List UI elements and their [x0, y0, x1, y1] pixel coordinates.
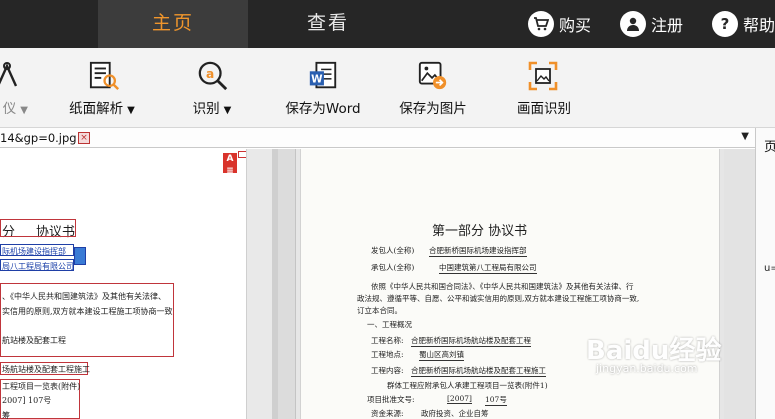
tab-home[interactable]: 主页 — [98, 0, 248, 48]
left-line-6: 2007] 107号 — [2, 396, 52, 405]
side-panel: 页 u= — [755, 128, 775, 419]
paper-parse-button[interactable]: 纸面解析 ▼ — [62, 48, 142, 128]
document-tab[interactable]: 14&gp=0.jpg — [0, 130, 77, 147]
scan-project-content: 合肥新桥国际机场航站楼及配套工程施工 — [411, 366, 546, 377]
recognized-region[interactable] — [0, 259, 74, 271]
ribbon-toolbar: 仪 ▼ 纸面解析 ▼ a 识别 ▼ W 保存为Word 保存为图片 画面识别 — [0, 48, 775, 128]
scan-approval-line: 项目批准文号: — [367, 395, 415, 404]
left-line-7: 筹 — [2, 411, 10, 419]
user-icon — [620, 11, 646, 37]
left-line-4: 场航站楼及配套工程施工 — [2, 365, 90, 374]
recognize-label: 识别 — [192, 101, 220, 117]
save-word-button[interactable]: W 保存为Word — [280, 48, 366, 128]
screen-ocr-button[interactable]: 画面识别 — [512, 48, 576, 128]
paper-parse-label: 纸面解析 — [69, 101, 124, 117]
image-pane[interactable]: 第一部分 协议书 发包人(全称) 合肥新桥国际机场建设指挥部 承包人(全称) 中… — [278, 149, 755, 419]
save-image-icon — [418, 61, 447, 90]
scan-project-location: 蜀山区高刘镇 — [419, 350, 464, 361]
scan-project-name-label: 工程名称: — [371, 336, 404, 345]
vertical-scrollbar[interactable] — [246, 149, 272, 419]
scan-section-1: 一、工程概况 — [367, 320, 412, 329]
scan-para-1: 依照《中华人民共和国合同法》、《中华人民共和国建筑法》及其他有关法律、行 — [371, 282, 634, 291]
side-panel-tab[interactable]: 页 — [764, 136, 775, 155]
register-label: 注册 — [651, 16, 684, 35]
scan-project-content-label: 工程内容: — [371, 366, 404, 375]
screen-ocr-label: 画面识别 — [517, 101, 571, 117]
document-tab-strip: 14&gp=0.jpg × ▼ — [0, 128, 755, 148]
left-line-3: 航站楼及配套工程 — [2, 336, 66, 345]
watermark-url: jingyan.baidu.com — [596, 362, 698, 375]
vertical-scrollbar[interactable] — [724, 149, 755, 419]
help-button[interactable]: ? 帮助 — [712, 0, 775, 48]
recognized-region[interactable] — [0, 244, 74, 256]
scan-project-location-label: 工程地点: — [371, 350, 404, 359]
help-icon: ? — [712, 11, 738, 37]
save-image-button[interactable]: 保存为图片 — [396, 48, 470, 128]
chevron-down-icon[interactable]: ▼ — [741, 131, 749, 142]
save-image-label: 保存为图片 — [399, 101, 467, 117]
chevron-down-icon: ▼ — [127, 105, 135, 116]
buy-label: 购买 — [559, 16, 592, 35]
scan-contractor-value: 中国建筑第八工程局有限公司 — [439, 263, 537, 274]
scan-list-line: 群体工程应附承包人承建工程项目一览表(附件1) — [387, 381, 548, 390]
scanned-page: 第一部分 协议书 发包人(全称) 合肥新桥国际机场建设指挥部 承包人(全称) 中… — [300, 149, 720, 419]
scan-contractor-label: 承包人(全称) — [371, 263, 415, 272]
screen-capture-icon — [528, 61, 558, 91]
image-marker-icon[interactable] — [74, 247, 86, 265]
instrument-icon — [0, 62, 18, 87]
recognition-pane[interactable]: 分 协议书 际机场建设指挥部 局八工程局有限公司 、《中华人民共和国建筑法》及其… — [0, 149, 272, 419]
left-line-5: 工程项目一览表(附件) — [2, 382, 81, 391]
partial-tool-button[interactable]: 仪 ▼ — [0, 48, 34, 128]
partial-tool-label: 仪 — [2, 101, 17, 117]
side-panel-text: u= — [764, 263, 775, 274]
svg-text:a: a — [206, 67, 214, 81]
scan-funding-label: 资金来源: — [371, 409, 404, 418]
register-button[interactable]: 注册 — [620, 0, 683, 48]
scan-title: 第一部分 协议书 — [432, 224, 528, 239]
cart-icon — [528, 11, 554, 37]
recognized-region[interactable] — [0, 219, 76, 237]
image-pane-gutter — [278, 149, 296, 419]
left-para-1: 、《中华人民共和国建筑法》及其他有关法律、 — [2, 292, 166, 301]
buy-button[interactable]: 购买 — [528, 0, 591, 48]
scan-employer-value: 合肥新桥国际机场建设指挥部 — [429, 246, 527, 257]
recognize-icon: a — [198, 61, 228, 91]
word-document-icon: W — [309, 61, 337, 89]
scan-approval-year: [2007] — [447, 394, 472, 404]
top-bar: 主页 查看 购买 注册 ? 帮助 — [0, 0, 775, 48]
left-para-2: 实信用的原则,双方就本建设工程施工项协商一致 — [2, 307, 173, 316]
chevron-down-icon: ▼ — [223, 105, 232, 116]
svg-text:W: W — [311, 74, 323, 86]
ocr-app-window: 主页 查看 购买 注册 ? 帮助 仪 ▼ 纸面解析 ▼ a 识别 ▼ W 保存为… — [0, 0, 775, 419]
tab-view[interactable]: 查看 — [248, 0, 408, 48]
scan-para-3: 订立本合同。 — [357, 306, 402, 315]
scan-approval-number: 107号 — [485, 395, 507, 406]
help-label: 帮助 — [743, 16, 775, 35]
paper-parse-icon — [89, 61, 120, 91]
pdf-icon[interactable]: A ≡ — [223, 153, 237, 176]
close-icon[interactable]: × — [78, 132, 90, 144]
scan-funding-value: 政府投资、企业自筹 — [421, 409, 489, 418]
scan-project-name: 合肥新桥国际机场航站楼及配套工程 — [411, 336, 531, 347]
scan-employer-label: 发包人(全称) — [371, 246, 415, 255]
save-word-label: 保存为Word — [285, 101, 361, 117]
recognize-button[interactable]: a 识别 ▼ — [180, 48, 244, 128]
scan-para-2: 政法规、遵循平等、自愿、公平和诚实信用的原则,双方就本建设工程施工项协商一致, — [357, 294, 640, 303]
